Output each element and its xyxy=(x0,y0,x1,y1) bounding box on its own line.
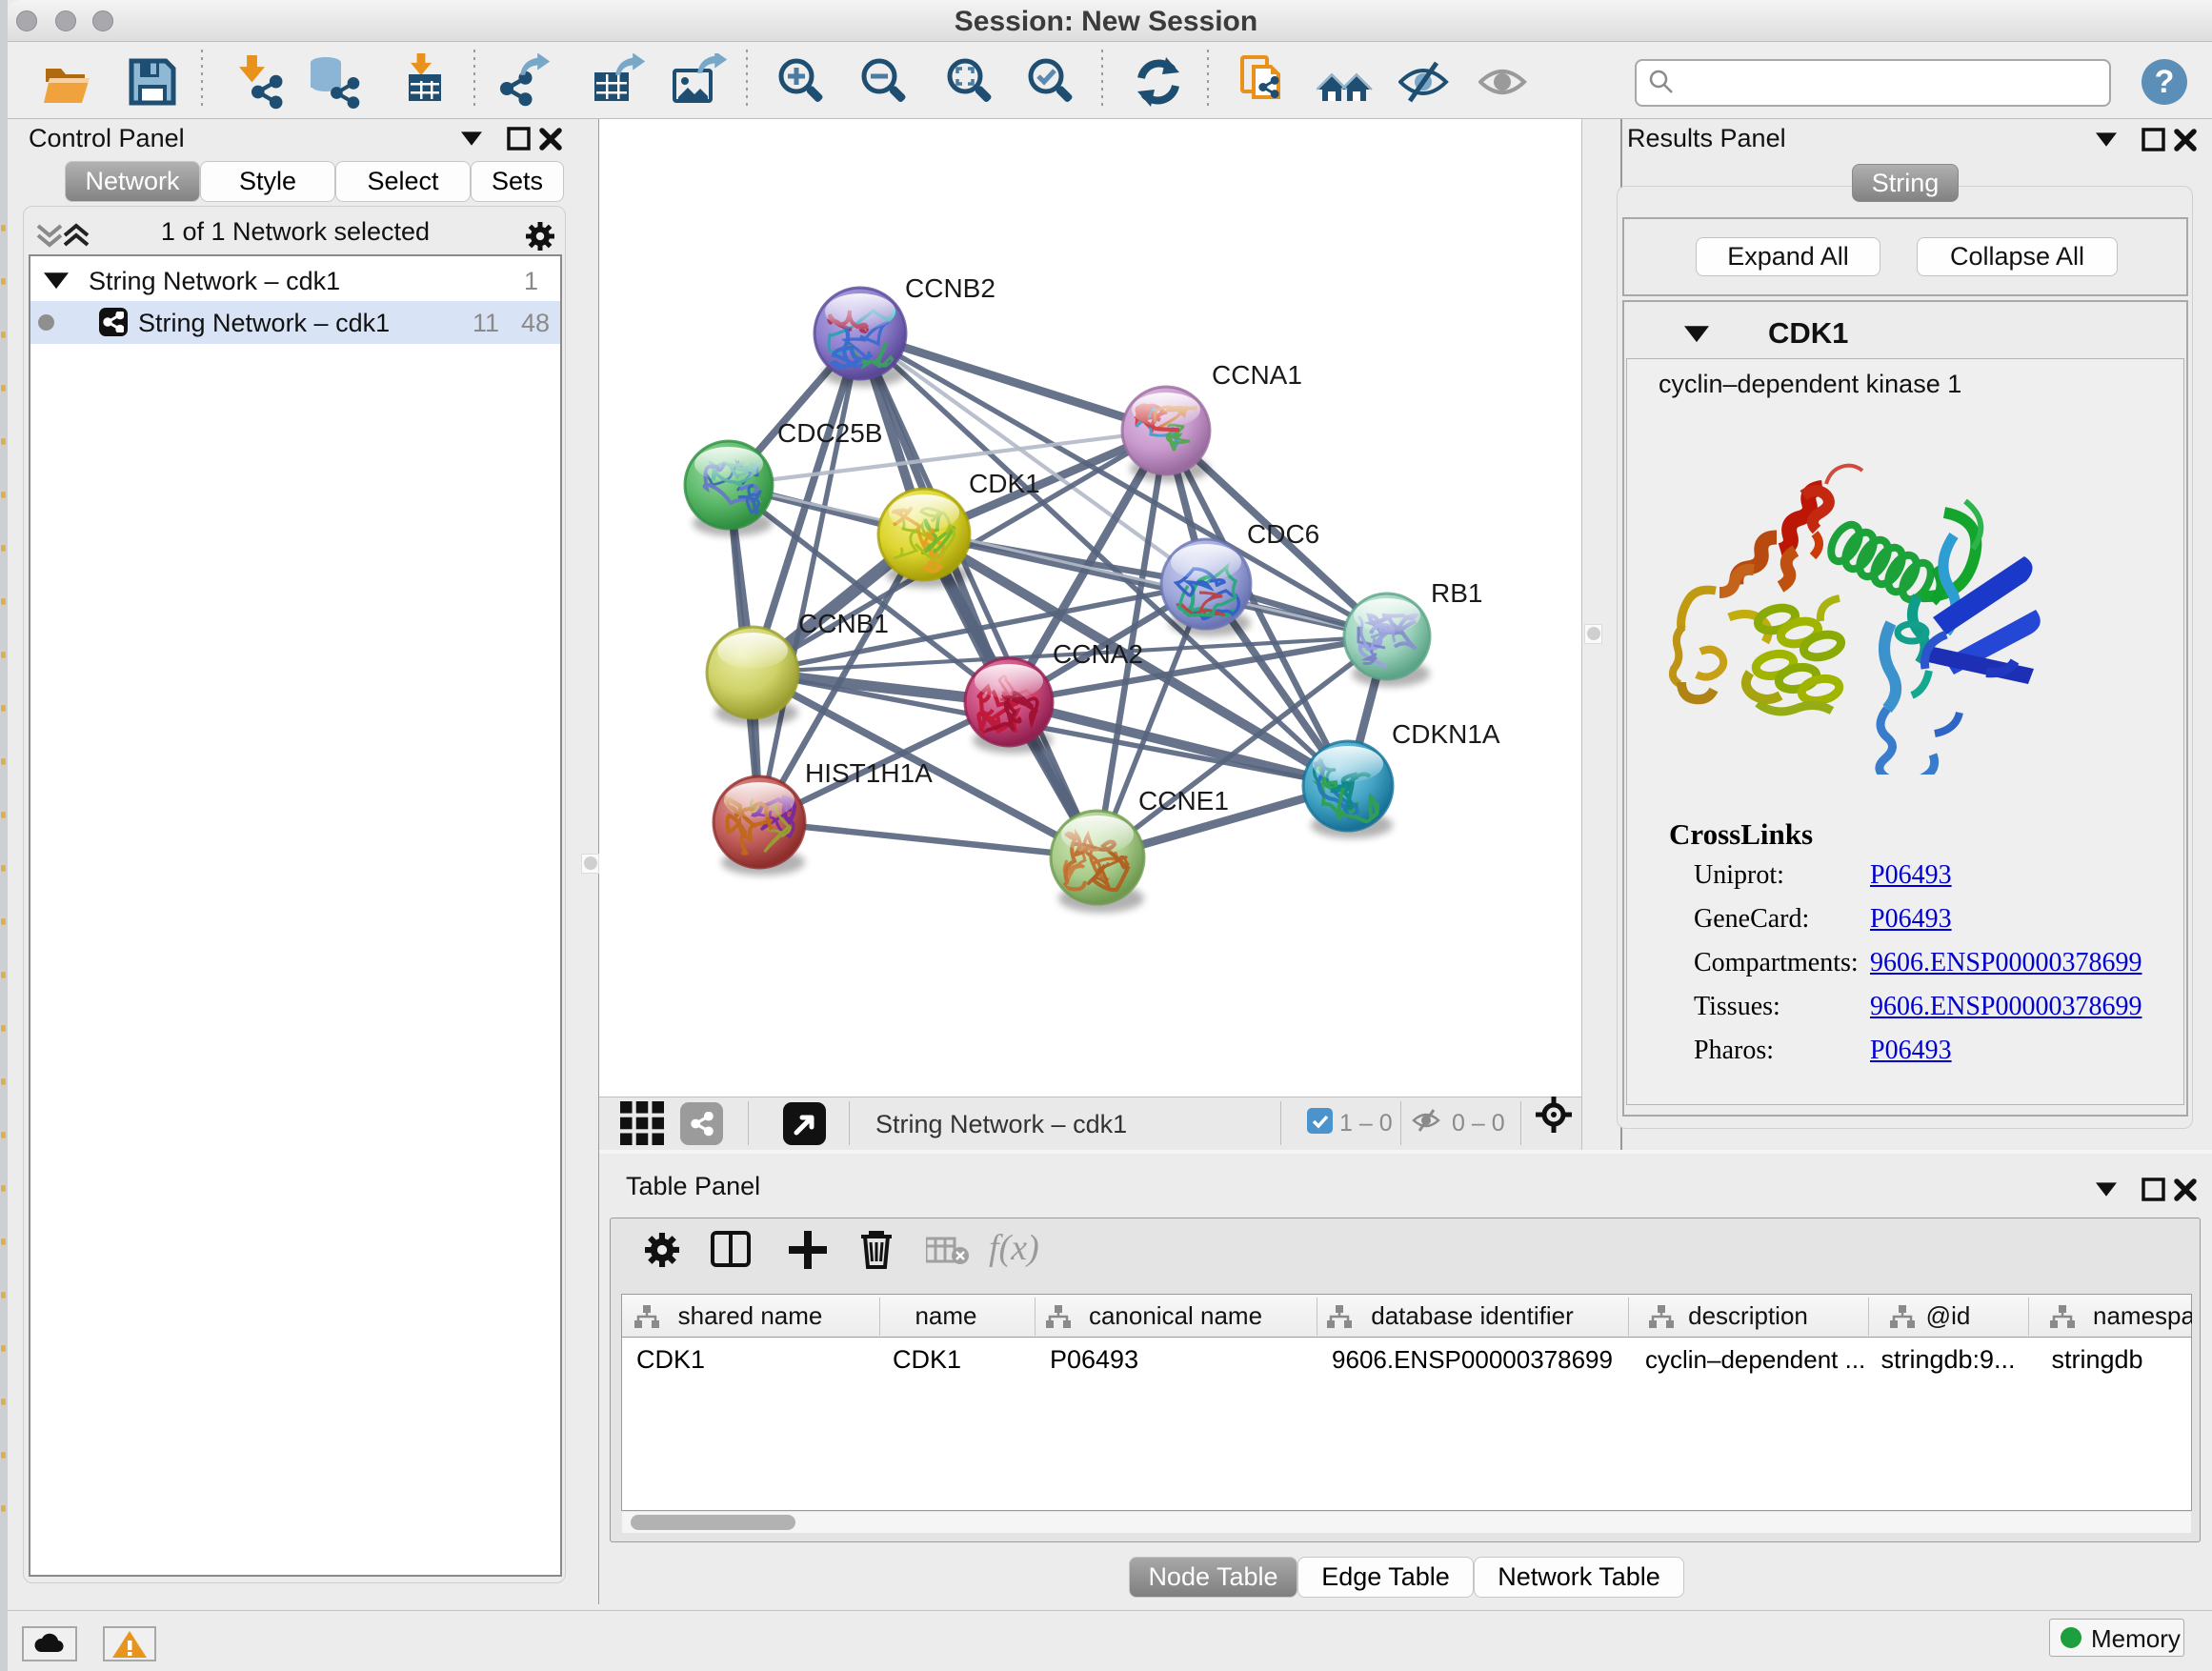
svg-text:CDK1: CDK1 xyxy=(969,469,1040,498)
svg-text:CCNA2: CCNA2 xyxy=(1053,639,1143,669)
svg-text:CCNB2: CCNB2 xyxy=(905,273,995,303)
svg-text:RB1: RB1 xyxy=(1431,578,1482,608)
svg-text:HIST1H1A: HIST1H1A xyxy=(805,758,933,788)
svg-text:CDKN1A: CDKN1A xyxy=(1392,719,1500,749)
svg-text:CCNA1: CCNA1 xyxy=(1212,360,1302,390)
svg-text:CDC6: CDC6 xyxy=(1247,519,1319,549)
svg-text:CCNB1: CCNB1 xyxy=(798,609,889,638)
svg-text:CDC25B: CDC25B xyxy=(777,418,882,448)
svg-text:CCNE1: CCNE1 xyxy=(1138,786,1229,815)
